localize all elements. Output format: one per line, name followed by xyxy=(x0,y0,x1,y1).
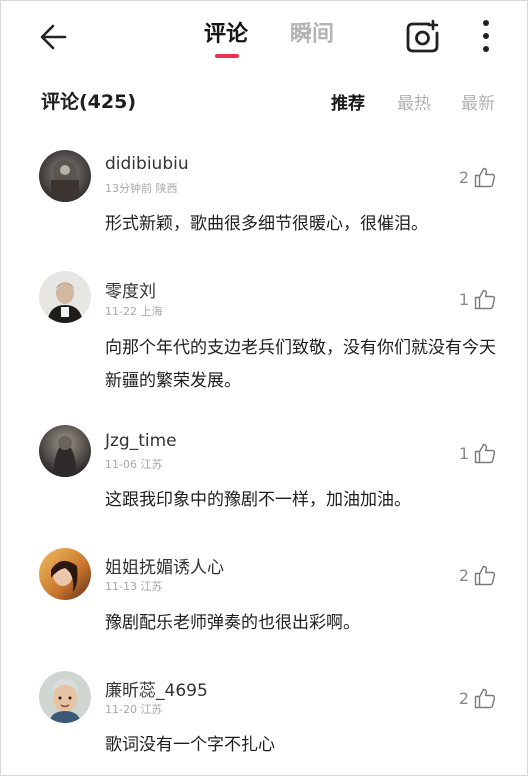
comment-text: 形式新颖，歌曲很多细节很暖心，很催泪。 xyxy=(105,214,428,234)
sort-newest[interactable]: 最新 xyxy=(461,89,495,114)
avatar[interactable] xyxy=(39,425,91,477)
like-count: 2 xyxy=(458,167,469,187)
more-vertical-icon xyxy=(483,20,489,52)
tab-comments[interactable]: 评论 xyxy=(204,19,248,51)
sort-hottest[interactable]: 最热 xyxy=(397,89,431,114)
avatar[interactable] xyxy=(39,271,91,323)
comment-text: 豫剧配乐老师弹奏的也很出彩啊。 xyxy=(105,613,360,633)
commenter-name[interactable]: Jzg_time xyxy=(105,431,177,451)
comment-text: 向那个年代的支边老兵们致敬，没有你们就没有今天新疆的繁荣发展。 xyxy=(105,338,496,391)
comment-meta: 11-22 上海 xyxy=(105,303,162,319)
like-button[interactable]: 2 xyxy=(459,562,497,588)
comment-meta: 11-20 江苏 xyxy=(105,701,162,717)
like-count: 1 xyxy=(458,443,469,463)
like-button[interactable]: 2 xyxy=(459,164,497,190)
comment-item: Jzg_time 11-06 江苏 1 这跟我印象中的豫剧不一样，加油加油。 xyxy=(1,421,527,531)
like-count: 1 xyxy=(458,289,469,309)
comment-item: 姐姐抚媚诱人心 11-13 江苏 2 豫剧配乐老师弹奏的也很出彩啊。 xyxy=(1,544,527,654)
comment-location: 江苏 xyxy=(140,580,163,593)
sort-recommended[interactable]: 推荐 xyxy=(331,89,365,114)
more-button[interactable] xyxy=(471,15,501,59)
comments-screen: 评论 瞬间 评论(425) 推荐 最热 最新 didibiubiu 13分钟前 … xyxy=(0,0,528,776)
thumbs-up-icon xyxy=(474,565,496,586)
camera-icon xyxy=(406,19,439,53)
back-button[interactable] xyxy=(35,17,75,57)
comment-time: 13分钟前 xyxy=(105,182,152,195)
commenter-name[interactable]: 廉昕蕊_4695 xyxy=(105,676,208,701)
comment-text: 歌词没有一个字不扎心 xyxy=(105,735,275,755)
comment-item: 零度刘 11-22 上海 1 向那个年代的支边老兵们致敬，没有你们就没有今天新疆… xyxy=(1,269,527,409)
comment-meta: 13分钟前 陕西 xyxy=(105,180,178,196)
thumbs-up-icon xyxy=(474,688,496,709)
commenter-name[interactable]: 姐姐抚媚诱人心 xyxy=(105,553,224,578)
comment-location: 江苏 xyxy=(140,458,163,471)
comment-location: 上海 xyxy=(140,305,163,318)
active-tab-indicator xyxy=(215,54,239,58)
comment-meta: 11-13 江苏 xyxy=(105,578,162,594)
comment-time: 11-06 xyxy=(105,458,137,471)
tab-moments[interactable]: 瞬间 xyxy=(290,19,334,51)
comment-item: didibiubiu 13分钟前 陕西 2 形式新颖，歌曲很多细节很暖心，很催泪… xyxy=(1,146,527,256)
comment-meta: 11-06 江苏 xyxy=(105,456,162,472)
like-button[interactable]: 1 xyxy=(459,440,497,466)
like-button[interactable]: 1 xyxy=(459,286,497,312)
comment-time: 11-20 xyxy=(105,703,137,716)
back-arrow-icon xyxy=(40,24,67,50)
comment-time: 11-13 xyxy=(105,580,137,593)
like-count: 2 xyxy=(458,565,469,585)
comment-location: 陕西 xyxy=(155,182,178,195)
camera-button[interactable] xyxy=(403,17,443,57)
comment-list-header: 评论(425) 推荐 最热 最新 xyxy=(41,85,501,119)
like-count: 2 xyxy=(458,688,469,708)
avatar[interactable] xyxy=(39,671,91,723)
commenter-name[interactable]: didibiubiu xyxy=(105,154,189,174)
top-bar: 评论 瞬间 xyxy=(1,1,527,73)
comment-text: 这跟我印象中的豫剧不一样，加油加油。 xyxy=(105,490,411,510)
commenter-name[interactable]: 零度刘 xyxy=(105,277,156,302)
avatar[interactable] xyxy=(39,548,91,600)
like-button[interactable]: 2 xyxy=(459,685,497,711)
comment-location: 江苏 xyxy=(140,703,163,716)
comment-time: 11-22 xyxy=(105,305,137,318)
thumbs-up-icon xyxy=(474,443,496,464)
comment-count-title: 评论(425) xyxy=(41,91,137,113)
thumbs-up-icon xyxy=(474,289,496,310)
comment-item: 廉昕蕊_4695 11-20 江苏 2 歌词没有一个字不扎心 xyxy=(1,667,527,775)
thumbs-up-icon xyxy=(474,167,496,188)
avatar[interactable] xyxy=(39,150,91,202)
